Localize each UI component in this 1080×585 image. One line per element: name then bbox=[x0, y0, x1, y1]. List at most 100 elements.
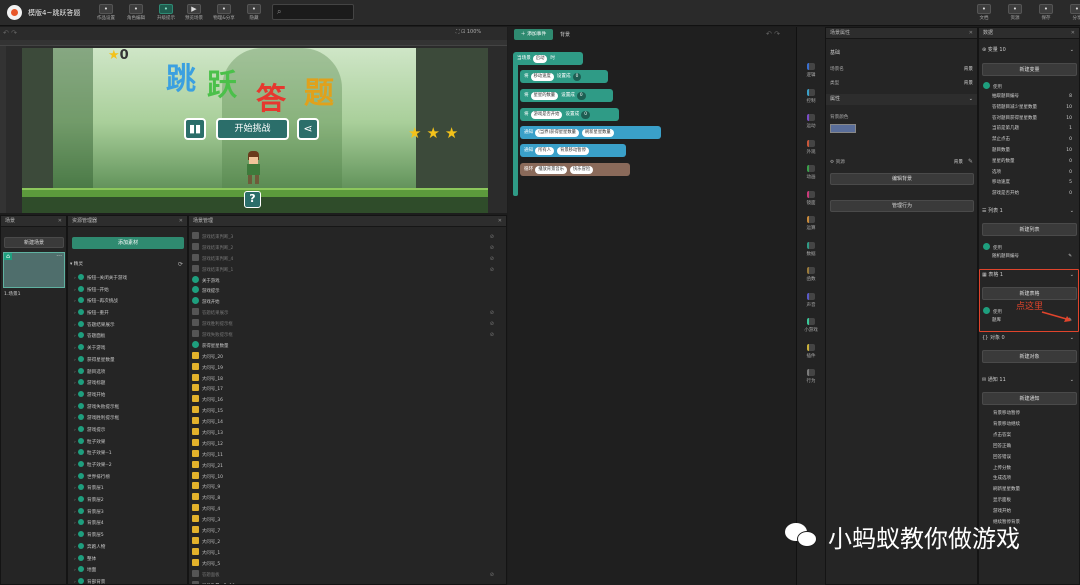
notification-item[interactable]: 点击答案 bbox=[993, 431, 1011, 442]
object-item[interactable]: 大问号_16 bbox=[189, 395, 506, 406]
objects-section[interactable]: {} 对象 0 ⌄ bbox=[982, 333, 1077, 343]
expand-icon[interactable]: › bbox=[74, 460, 77, 472]
object-item[interactable]: 大问号_3 bbox=[189, 515, 506, 526]
asset-item[interactable]: › 答题面板 bbox=[68, 331, 187, 343]
asset-item[interactable]: › 背景层2 bbox=[68, 495, 187, 507]
expand-icon[interactable]: › bbox=[74, 472, 77, 484]
toolbar-button-left-1[interactable]: • 角色编辑 bbox=[122, 4, 150, 21]
block-number[interactable]: 0 bbox=[581, 111, 590, 119]
object-item[interactable]: 答题结果展示 ⊘ bbox=[189, 308, 506, 319]
object-item[interactable]: 大问号_20 bbox=[189, 351, 506, 363]
asset-item[interactable]: › 题目选项 bbox=[68, 367, 187, 379]
expand-icon[interactable]: › bbox=[74, 413, 77, 425]
expand-icon[interactable]: › bbox=[74, 331, 77, 343]
hidden-eye-icon[interactable]: ⊘ bbox=[490, 330, 494, 341]
new-variable-button[interactable]: 新建变量 bbox=[982, 63, 1077, 76]
asset-item[interactable]: › 获得星星数量 bbox=[68, 355, 187, 367]
object-item[interactable]: 大问号_10 bbox=[189, 471, 506, 483]
asset-item[interactable]: › 粒子效果--2 bbox=[68, 460, 187, 472]
close-icon[interactable]: ✕ bbox=[498, 216, 502, 227]
block-param[interactable]: 背景移动暂停 bbox=[557, 147, 589, 155]
notification-item[interactable]: 显示面板 bbox=[993, 496, 1011, 507]
category-9[interactable]: 声音 bbox=[798, 292, 824, 308]
zoom-readout[interactable]: ⛶ ⊡ 100% bbox=[456, 29, 481, 35]
expand-icon[interactable]: › bbox=[74, 565, 77, 577]
expand-icon[interactable]: › bbox=[74, 483, 77, 495]
asset-item[interactable]: › 粒子效果--1 bbox=[68, 448, 187, 460]
lists-section[interactable]: ☰ 列表 1 ⌄ bbox=[982, 206, 1077, 216]
object-item[interactable]: 大问号_13 bbox=[189, 428, 506, 439]
toolbar-button-right-0[interactable]: • 文档 bbox=[970, 4, 998, 21]
variable-row[interactable]: 选项 0 bbox=[992, 168, 1076, 179]
expand-icon[interactable]: › bbox=[74, 367, 77, 379]
toolbar-button-right-3[interactable]: • 分享 bbox=[1063, 4, 1080, 21]
close-icon[interactable]: ✕ bbox=[1071, 28, 1075, 39]
block-param[interactable]: 设置成 bbox=[557, 74, 571, 79]
category-2[interactable]: 运动 bbox=[798, 114, 824, 129]
sprite-folder[interactable]: ▾ 精灵 bbox=[70, 261, 83, 267]
category-12[interactable]: 行为 bbox=[798, 369, 824, 384]
category-6[interactable]: 运算 bbox=[798, 216, 824, 231]
asset-item[interactable]: › 游戏胜利提示框 bbox=[68, 413, 187, 425]
asset-item[interactable]: › 世界排行榜 bbox=[68, 472, 187, 484]
category-7[interactable]: 数据 bbox=[798, 241, 824, 257]
asset-item[interactable]: › 按钮--关闭关于游戏 bbox=[68, 273, 187, 285]
close-icon[interactable]: ✕ bbox=[58, 216, 62, 227]
expand-icon[interactable]: › bbox=[74, 577, 77, 584]
variable-row[interactable]: 移动速度 5 bbox=[992, 178, 1076, 189]
block-param[interactable]: 所有人 bbox=[535, 147, 555, 155]
category-5[interactable]: 镜面 bbox=[798, 190, 824, 206]
object-item[interactable]: 大问号_4 bbox=[189, 504, 506, 515]
event-block-5[interactable]: 通知 所有人 背景移动暂停 bbox=[520, 144, 626, 157]
add-asset-button[interactable]: 添加素材 bbox=[72, 237, 184, 249]
notifications-section[interactable]: ✉ 通知 11 ⌄ bbox=[982, 375, 1077, 385]
block-param[interactable]: 游戏是否开始 bbox=[530, 111, 563, 119]
object-item[interactable]: 游戏开始 bbox=[189, 297, 506, 308]
asset-item[interactable]: › 按钮--再次挑战 bbox=[68, 296, 187, 308]
block-param[interactable]: 设置成 bbox=[565, 112, 579, 117]
asset-item[interactable]: › 粒子效果 bbox=[68, 437, 187, 449]
object-item[interactable]: 游戏提示 bbox=[189, 286, 506, 297]
tables-section[interactable]: ▦ 表格 1 ⌄ bbox=[982, 270, 1077, 280]
toolbar-button-center-2[interactable]: • 隐藏 bbox=[240, 4, 268, 21]
events-tab[interactable]: 背景 bbox=[560, 31, 570, 38]
expand-icon[interactable]: › bbox=[74, 530, 77, 542]
event-block-0[interactable]: 当场景 启动时 bbox=[513, 52, 583, 65]
block-param[interactable]: 启动 bbox=[532, 55, 548, 63]
notification-item[interactable]: 背景移动继续 bbox=[993, 420, 1020, 431]
list-item[interactable]: 随机题目编号 ✎ bbox=[992, 252, 1076, 263]
asset-item[interactable]: › 按钮--开始 bbox=[68, 285, 187, 297]
asset-item[interactable]: › 奔跑人物 bbox=[68, 542, 187, 554]
asset-item[interactable]: › 游戏提示 bbox=[68, 425, 187, 437]
expand-icon[interactable]: › bbox=[74, 308, 77, 320]
toolbar-button-center-0[interactable]: ▶ 预览场景 bbox=[180, 4, 208, 21]
notification-item[interactable]: 回答错误 bbox=[993, 453, 1011, 464]
close-icon[interactable]: ✕ bbox=[969, 28, 973, 39]
block-param[interactable]: 播放背景音乐 bbox=[535, 166, 567, 174]
notification-item[interactable]: 上传分数 bbox=[993, 464, 1011, 475]
variable-row[interactable]: 题目数量 10 bbox=[992, 146, 1076, 157]
manage-behavior-button[interactable]: 管理行为 bbox=[830, 200, 974, 212]
hidden-eye-icon[interactable]: ⊘ bbox=[490, 243, 494, 254]
object-item[interactable]: 大问号_2 bbox=[189, 536, 506, 548]
asset-item[interactable]: › 背景层3 bbox=[68, 507, 187, 519]
asset-item[interactable]: › 游戏开始 bbox=[68, 390, 187, 402]
expand-icon[interactable]: › bbox=[74, 518, 77, 530]
asset-item[interactable]: › 游戏失败提示框 bbox=[68, 402, 187, 414]
expand-icon[interactable]: › bbox=[74, 542, 77, 554]
hidden-eye-icon[interactable]: ⊘ bbox=[490, 308, 494, 319]
event-block-2[interactable]: 将星星的数量 设置成 0 bbox=[520, 89, 613, 102]
variable-row[interactable]: 当前是第几题 1 bbox=[992, 124, 1076, 135]
object-item[interactable]: 大问号_8 bbox=[189, 493, 506, 504]
expand-icon[interactable]: › bbox=[74, 507, 77, 519]
asset-item[interactable]: › 关于游戏 bbox=[68, 343, 187, 355]
object-item[interactable]: 大问号_17 bbox=[189, 384, 506, 395]
notification-item[interactable]: 生成选项 bbox=[993, 474, 1011, 485]
variable-row[interactable]: 抽取题目编号 8 bbox=[992, 92, 1076, 103]
expand-icon[interactable]: › bbox=[74, 448, 77, 460]
new-object-button[interactable]: 新建对象 bbox=[982, 350, 1077, 363]
block-param[interactable]: (当界)获得星星数量 bbox=[535, 129, 579, 137]
hidden-eye-icon[interactable]: ⊘ bbox=[490, 265, 494, 276]
asset-item[interactable]: › 答题结果展示 bbox=[68, 320, 187, 332]
asset-item[interactable]: › 背景层4 bbox=[68, 518, 187, 530]
